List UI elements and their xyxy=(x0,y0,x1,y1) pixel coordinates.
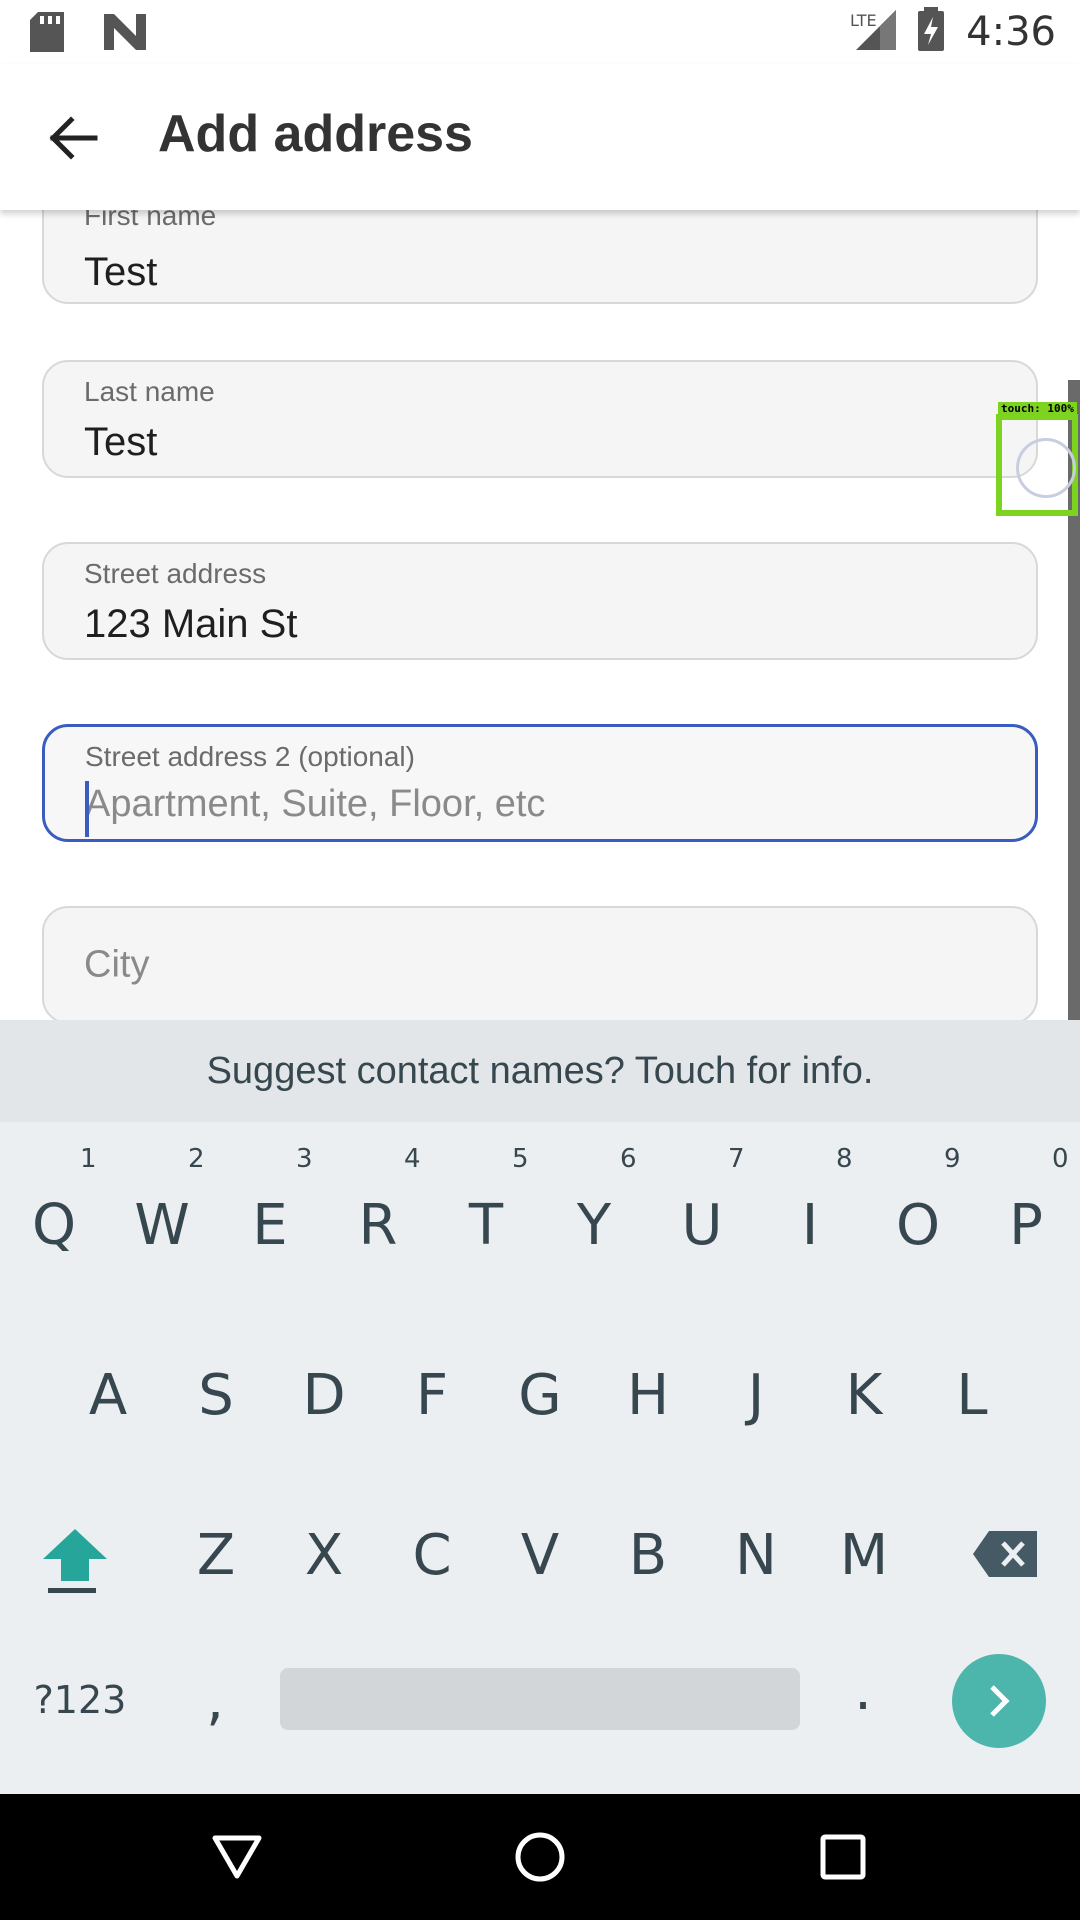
triangle-back-icon xyxy=(212,1835,262,1879)
key-c[interactable]: C xyxy=(378,1480,486,1630)
key-hint-p: 0 xyxy=(1052,1144,1069,1174)
key-j[interactable]: J xyxy=(702,1320,810,1470)
key-k[interactable]: K xyxy=(810,1320,918,1470)
chevron-right-icon xyxy=(990,1685,1010,1717)
key-n[interactable]: N xyxy=(702,1480,810,1630)
touch-indicator-circle xyxy=(1016,438,1076,498)
key-d[interactable]: D xyxy=(270,1320,378,1470)
backspace-key[interactable] xyxy=(960,1514,1050,1594)
back-arrow-icon xyxy=(49,116,98,160)
suggestion-bar[interactable]: Suggest contact names? Touch for info. xyxy=(0,1020,1080,1122)
app-bar: Add address xyxy=(0,64,1080,210)
key-v[interactable]: V xyxy=(486,1480,594,1630)
key-s[interactable]: S xyxy=(162,1320,270,1470)
city-placeholder: City xyxy=(84,943,150,986)
nav-recent-button[interactable] xyxy=(808,1822,878,1892)
key-hint-i: 8 xyxy=(836,1144,853,1174)
comma-key[interactable]: , xyxy=(180,1660,250,1740)
first-name-field[interactable]: First name Test xyxy=(42,210,1038,304)
last-name-field[interactable]: Last name Test xyxy=(42,360,1038,478)
symbols-key[interactable]: ?123 xyxy=(20,1664,140,1736)
street-address-value: 123 Main St xyxy=(84,602,298,646)
last-name-label: Last name xyxy=(84,376,215,407)
street-address-2-placeholder: Apartment, Suite, Floor, etc xyxy=(85,783,546,825)
key-b[interactable]: B xyxy=(594,1480,702,1630)
soft-keyboard: Suggest contact names? Touch for info. Q… xyxy=(0,1020,1080,1794)
status-time: 4:36 xyxy=(966,8,1056,55)
space-key[interactable] xyxy=(280,1668,800,1730)
svg-text:LTE: LTE xyxy=(850,11,877,30)
last-name-value: Test xyxy=(84,420,158,464)
key-h[interactable]: H xyxy=(594,1320,702,1470)
key-hint-o: 9 xyxy=(944,1144,961,1174)
page-title: Add address xyxy=(158,105,473,163)
street-address-2-label: Street address 2 (optional) xyxy=(85,741,415,772)
nav-home-button[interactable] xyxy=(505,1822,575,1892)
key-hint-t: 5 xyxy=(512,1144,529,1174)
first-name-label: First name xyxy=(84,210,217,231)
period-key[interactable]: . xyxy=(828,1650,898,1730)
shift-key[interactable] xyxy=(30,1510,120,1600)
first-name-value: Test xyxy=(84,250,158,294)
touch-indicator-label: touch: 100% xyxy=(998,402,1077,415)
backspace-icon xyxy=(973,1531,1037,1577)
street-address-label: Street address xyxy=(84,558,267,589)
key-m[interactable]: M xyxy=(810,1480,918,1630)
street-address-2-field[interactable]: Street address 2 (optional) Apartment, S… xyxy=(42,724,1038,842)
street-address-field[interactable]: Street address 123 Main St xyxy=(42,542,1038,660)
key-hint-e: 3 xyxy=(296,1144,313,1174)
square-recent-icon xyxy=(820,1834,866,1880)
city-field[interactable]: City xyxy=(42,906,1038,1020)
key-hint-u: 7 xyxy=(728,1144,745,1174)
status-bar: LTE 4:36 xyxy=(0,0,1080,64)
signal-icon: LTE xyxy=(850,6,897,57)
battery-charging-icon xyxy=(916,7,946,56)
nav-back-button[interactable] xyxy=(202,1822,272,1892)
key-g[interactable]: G xyxy=(486,1320,594,1470)
address-form: First name Test Last name Test Street ad… xyxy=(0,210,1080,1020)
text-caret xyxy=(85,781,89,837)
n-logo-icon xyxy=(104,14,146,55)
key-hint-r: 4 xyxy=(404,1144,421,1174)
key-hint-y: 6 xyxy=(620,1144,637,1174)
system-nav-bar xyxy=(0,1794,1080,1920)
sd-card-icon xyxy=(30,12,64,57)
key-l[interactable]: L xyxy=(918,1320,1026,1470)
key-f[interactable]: F xyxy=(378,1320,486,1470)
shift-indicator xyxy=(48,1588,96,1593)
key-x[interactable]: X xyxy=(270,1480,378,1630)
key-hint-w: 2 xyxy=(188,1144,205,1174)
key-z[interactable]: Z xyxy=(162,1480,270,1630)
shift-icon xyxy=(43,1529,107,1581)
circle-home-icon xyxy=(515,1832,565,1882)
key-hint-q: 1 xyxy=(80,1144,97,1174)
back-button[interactable] xyxy=(40,104,108,172)
enter-key[interactable] xyxy=(952,1654,1046,1748)
key-a[interactable]: A xyxy=(54,1320,162,1470)
